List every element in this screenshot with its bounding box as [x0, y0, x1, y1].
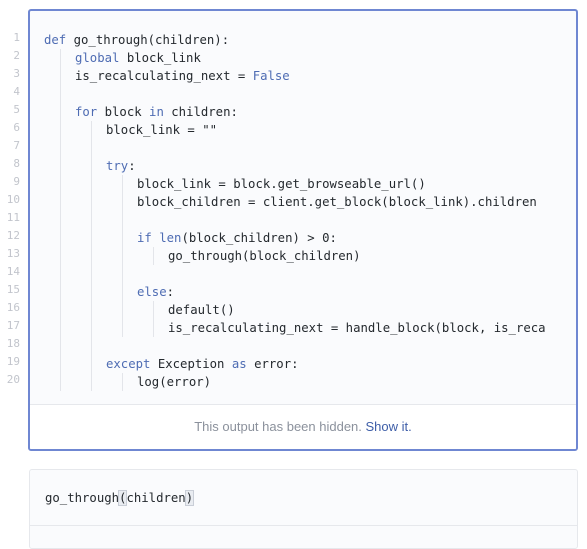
code-token: block_link [119, 51, 201, 65]
code-line: except Exception as error: [44, 355, 576, 373]
code-editor[interactable]: def go_through(children): global block_li… [44, 31, 576, 391]
code-token: : [128, 159, 136, 173]
line-number-gutter: 1 2 3 4 5 6 7 8 9 10 11 12 13 14 15 16 17 18 19 20 [0, 29, 20, 389]
line-number: 1 [13, 31, 20, 44]
code-token: is_recalculating_next = handle_block(blo… [168, 321, 546, 335]
code-line [44, 265, 576, 283]
line-number: 8 [13, 157, 20, 170]
line-number: 20 [6, 373, 20, 386]
line-number: 9 [13, 175, 20, 188]
code-line: def go_through(children): [44, 31, 576, 49]
show-output-link[interactable]: Show it. [366, 419, 412, 434]
cell-divider [30, 525, 577, 526]
code-token: log(error) [137, 375, 212, 389]
code-line [44, 85, 576, 103]
code-line: else: [44, 283, 576, 301]
code-token: block_link = block.get_browseable_url() [137, 177, 426, 191]
indent-guide [91, 337, 92, 355]
code-line [44, 211, 576, 229]
keyword-token: for [75, 105, 98, 119]
keyword-token: except [106, 357, 151, 371]
code-text: go_through [45, 491, 120, 505]
code-line: for block in children: [44, 103, 576, 121]
indent-guide [91, 211, 92, 229]
line-number: 16 [6, 301, 20, 314]
indent-guide [60, 211, 61, 229]
code-token: go_through(block_children) [168, 249, 361, 263]
indent-guide [91, 265, 92, 283]
keyword-token: as [231, 357, 247, 371]
code-token: block [97, 105, 150, 119]
code-cell[interactable]: go_through(children) [29, 469, 578, 549]
indent-guide [60, 265, 61, 283]
code-token: is_recalculating_next = [75, 69, 253, 83]
line-number: 4 [13, 85, 20, 98]
line-number: 17 [6, 319, 20, 332]
matching-bracket-close: ) [184, 490, 195, 506]
line-number: 2 [13, 49, 20, 62]
code-line [44, 337, 576, 355]
code-token: error: [246, 357, 299, 371]
line-number: 12 [6, 229, 20, 242]
code-line: block_link = block.get_browseable_url() [44, 175, 576, 193]
code-line: default() [44, 301, 576, 319]
line-number: 11 [6, 211, 20, 224]
code-line: go_through(block_children) [44, 247, 576, 265]
keyword-token: len [159, 231, 182, 245]
indent-guide [122, 211, 123, 229]
code-line: block_children = client.get_block(block_… [44, 193, 576, 211]
code-line [44, 139, 576, 157]
keyword-token: else [137, 285, 167, 299]
code-token: (block_children) > 0: [181, 231, 337, 245]
line-number: 14 [6, 265, 20, 278]
keyword-token: try [106, 159, 129, 173]
code-token: go_through(children): [66, 33, 230, 47]
indent-guide [91, 139, 92, 157]
code-line: is_recalculating_next = False [44, 67, 576, 85]
keyword-token: in [149, 105, 164, 119]
code-token: block_link = "" [106, 123, 218, 137]
line-number: 13 [6, 247, 20, 260]
code-line: try: [44, 157, 576, 175]
line-number: 18 [6, 337, 20, 350]
code-line: block_link = "" [44, 121, 576, 139]
indent-guide [122, 265, 123, 283]
line-number: 3 [13, 67, 20, 80]
hidden-output-text: This output has been hidden. [194, 419, 366, 434]
code-text-arg: children [126, 491, 186, 505]
code-token: Exception [150, 357, 232, 371]
line-number: 19 [6, 355, 20, 368]
code-cell-active[interactable]: def go_through(children): global block_li… [28, 9, 578, 451]
line-number: 7 [13, 139, 20, 152]
keyword-token: global [75, 51, 120, 65]
keyword-token: def [44, 33, 67, 47]
code-line: is_recalculating_next = handle_block(blo… [44, 319, 576, 337]
code-line: global block_link [44, 49, 576, 67]
line-number: 15 [6, 283, 20, 296]
indent-guide [60, 337, 61, 355]
indent-guide [60, 85, 61, 103]
code-token: default() [168, 303, 235, 317]
line-number: 10 [6, 193, 20, 206]
keyword-token: if [137, 231, 152, 245]
line-number: 5 [13, 103, 20, 116]
code-token: block_children = client.get_block(block_… [137, 195, 537, 209]
code-editor[interactable]: go_through(children) [45, 489, 195, 507]
line-number: 6 [13, 121, 20, 134]
code-token: children: [163, 105, 238, 119]
code-line: if len(block_children) > 0: [44, 229, 576, 247]
indent-guide [60, 139, 61, 157]
code-line: log(error) [44, 373, 576, 391]
hidden-output-notice: This output has been hidden. Show it. [30, 404, 576, 449]
keyword-token: False [252, 69, 290, 83]
code-token: : [166, 285, 175, 299]
